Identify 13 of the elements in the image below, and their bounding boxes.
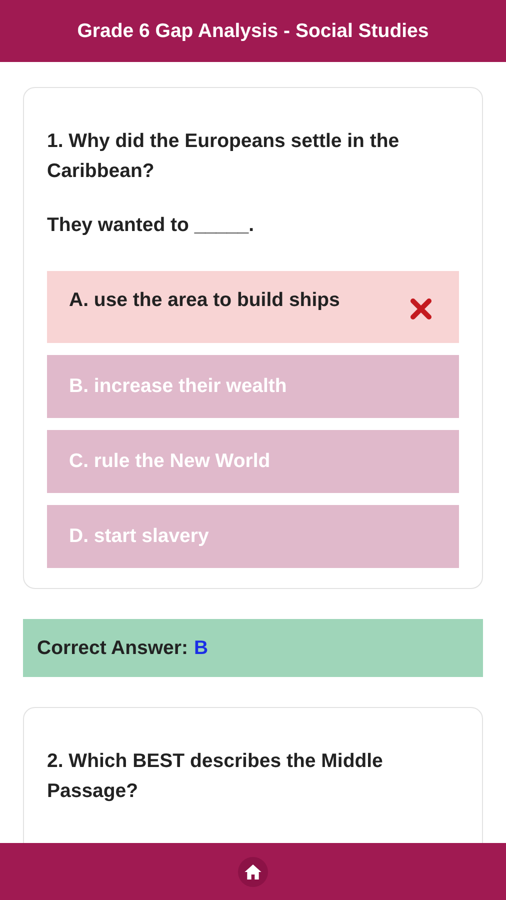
question-prompt: They wanted to _____. <box>47 214 255 237</box>
answer-option[interactable]: C. rule the New World <box>47 430 459 493</box>
question-text: 1. Why did the Europeans settle in the Caribbean? <box>47 129 400 184</box>
answer-option[interactable]: D. start slavery <box>47 505 459 568</box>
home-button[interactable] <box>238 856 268 886</box>
answer-letter: B <box>194 636 208 660</box>
app-title: Grade 6 Gap Analysis - Social Studies <box>77 20 429 42</box>
question-text: 2. Which BEST describes the Middle Passage? <box>47 749 384 804</box>
answer-option[interactable]: A. use the area to build ships <box>47 271 459 343</box>
home-icon <box>243 862 263 882</box>
wrong-cross-icon <box>409 297 433 321</box>
answer-label: Correct Answer: <box>37 636 188 660</box>
answer-option[interactable]: B. increase their wealth <box>47 355 459 418</box>
